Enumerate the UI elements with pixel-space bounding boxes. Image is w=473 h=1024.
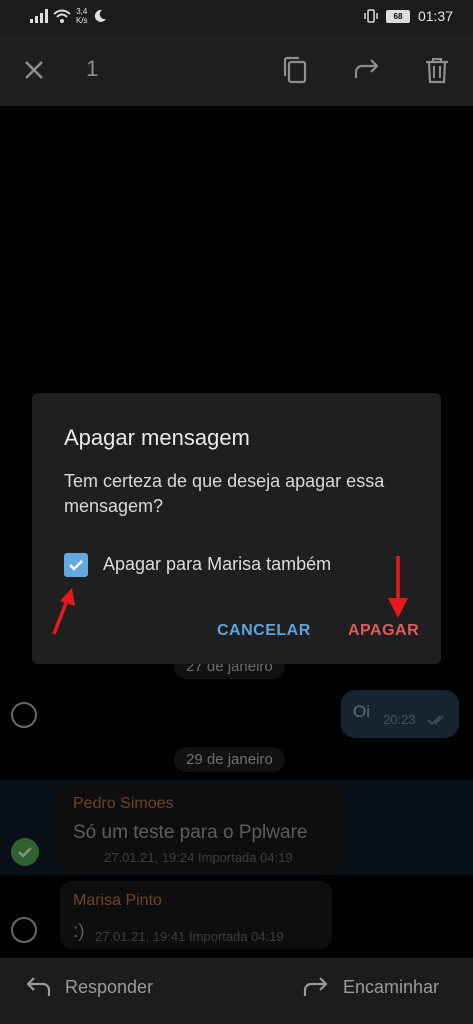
cancel-button[interactable]: CANCELAR [217, 622, 311, 640]
forward-icon [303, 977, 328, 996]
forward-button[interactable]: Encaminhar [303, 976, 439, 998]
close-icon[interactable] [22, 58, 46, 82]
network-speed: 3,4 K/s [76, 7, 88, 25]
moon-icon [94, 9, 106, 22]
check-icon [69, 560, 83, 571]
status-right: 68 01:37 [364, 8, 453, 24]
dialog-body: Tem certeza de que deseja apagar essa me… [64, 471, 385, 516]
reply-icon [26, 977, 51, 996]
wifi-icon [53, 9, 71, 23]
copy-icon[interactable] [282, 56, 308, 84]
delete-for-contact-checkbox[interactable] [64, 553, 88, 577]
trash-icon[interactable] [424, 56, 450, 84]
status-bar: 3,4 K/s 68 01:37 [0, 0, 473, 34]
selection-action-bar: 1 [0, 34, 473, 106]
signal-icon [30, 9, 48, 23]
dialog-title: Apagar mensagem [64, 425, 250, 450]
network-speed-unit: K/s [76, 16, 88, 25]
annotation-arrow-icon [52, 588, 75, 635]
network-speed-value: 3,4 [76, 7, 88, 16]
forward-icon[interactable] [353, 56, 381, 82]
vibrate-icon [364, 9, 378, 23]
battery-icon: 68 [385, 9, 410, 23]
annotation-arrow-icon [388, 556, 408, 618]
checkbox-label[interactable]: Apagar para Marisa também [103, 554, 331, 575]
status-time: 01:37 [417, 8, 453, 24]
selected-count: 1 [86, 56, 99, 81]
bottom-action-bar: Responder Encaminhar [0, 958, 473, 1024]
delete-button[interactable]: APAGAR [348, 622, 419, 640]
reply-label: Responder [65, 976, 154, 997]
forward-label: Encaminhar [343, 976, 440, 997]
status-left: 3,4 K/s [30, 7, 107, 25]
delete-message-dialog: Apagar mensagem Tem certeza de que desej… [32, 393, 441, 664]
reply-button[interactable]: Responder [25, 976, 153, 998]
